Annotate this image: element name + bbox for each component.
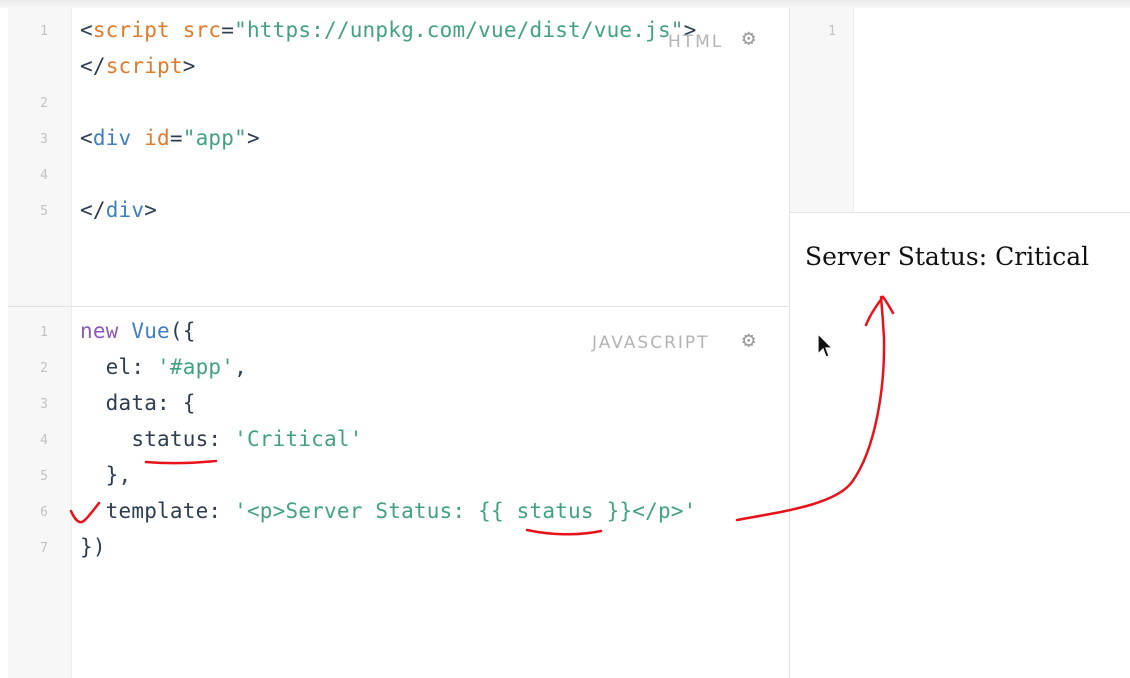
line-number: 4 — [40, 433, 48, 448]
code-token: el: — [80, 355, 158, 379]
code-line[interactable]: }) — [80, 535, 106, 559]
code-token: id — [144, 126, 170, 150]
code-line[interactable]: </div> — [80, 198, 157, 222]
code-line[interactable]: new Vue({ — [80, 319, 196, 343]
code-line[interactable]: template: '<p>Server Status: {{ status }… — [80, 499, 697, 523]
code-token: > — [182, 54, 196, 78]
code-token: "https://unpkg.com/vue/dist/vue.js" — [234, 18, 684, 42]
code-token: script — [92, 18, 170, 42]
line-number: 2 — [40, 361, 48, 376]
line-number: 6 — [40, 505, 48, 520]
output-pane — [790, 213, 1130, 678]
top-bar — [0, 0, 1130, 8]
code-token: > — [246, 126, 260, 150]
code-token: </ — [80, 198, 106, 222]
code-token: 'Critical' — [234, 427, 363, 451]
code-line[interactable]: <script src="https://unpkg.com/vue/dist/… — [80, 18, 696, 42]
line-number: 4 — [40, 168, 48, 183]
code-token: < — [80, 18, 93, 42]
gear-icon[interactable]: ⚙ — [742, 28, 755, 50]
mouse-pointer-icon — [817, 333, 834, 358]
code-token: '#app' — [157, 355, 235, 379]
output-paragraph: Server Status: Critical — [805, 242, 1090, 271]
code-line[interactable]: status: 'Critical' — [80, 427, 363, 451]
line-number: 3 — [40, 132, 48, 147]
code-token: div — [92, 126, 132, 150]
code-line[interactable]: <div id="app"> — [80, 126, 260, 150]
code-line[interactable]: data: { — [80, 391, 196, 415]
line-number: 1 — [40, 24, 48, 39]
gear-icon[interactable]: ⚙ — [742, 330, 755, 352]
html-editor-pane[interactable]: 1 <script src="https://unpkg.com/vue/dist… — [8, 8, 789, 306]
code-token: src — [182, 18, 222, 42]
code-token: </ — [80, 54, 106, 78]
line-number: 5 — [40, 469, 48, 484]
code-token: = — [221, 18, 235, 42]
code-token: = — [169, 126, 183, 150]
line-number: 7 — [40, 541, 48, 556]
code-token: data: { — [80, 391, 196, 415]
code-token: script — [105, 54, 183, 78]
code-token: , — [234, 355, 247, 379]
code-token: }, — [80, 463, 132, 487]
code-line[interactable]: }, — [80, 463, 132, 487]
line-number: 1 — [40, 325, 48, 340]
code-line[interactable]: </script> — [80, 54, 196, 78]
code-token: > — [144, 198, 158, 222]
code-token: Vue — [131, 319, 170, 343]
code-token: ({ — [169, 319, 196, 343]
code-token: '<p>Server Status: {{ status }}</p>' — [234, 499, 697, 523]
code-token: "app" — [182, 126, 247, 150]
code-token: }) — [80, 535, 106, 559]
code-token: div — [105, 198, 145, 222]
javascript-editor-pane[interactable]: 1 new Vue({ 2 el: '#app', 3 data: { 4 status… — [8, 307, 789, 678]
line-number: 1 — [828, 24, 836, 39]
code-token: template: — [80, 499, 235, 523]
css-editor-pane[interactable]: 1 — [790, 8, 1130, 212]
javascript-panel-label: JAVASCRIPT — [592, 333, 710, 353]
line-number: 5 — [40, 204, 48, 219]
line-number: 3 — [40, 397, 48, 412]
code-token: status: — [80, 427, 235, 451]
html-line-gutter — [8, 8, 72, 306]
code-token: < — [80, 126, 93, 150]
code-line[interactable]: el: '#app', — [80, 355, 247, 379]
html-panel-label: HTML — [668, 32, 724, 52]
code-token: new — [80, 319, 119, 343]
line-number: 2 — [40, 96, 48, 111]
